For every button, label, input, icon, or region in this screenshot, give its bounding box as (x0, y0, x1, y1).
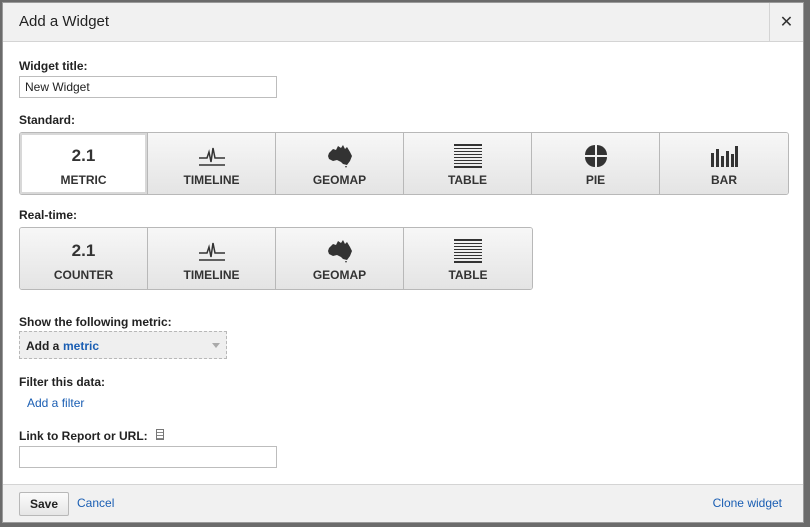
standard-pie-label: PIE (585, 173, 606, 187)
metric-number-icon: 2.1 (71, 146, 96, 165)
standard-widget-types: 2.1 METRIC TIMELINE GEOMAP TABLE PIE BAR (19, 132, 789, 195)
metric-link[interactable]: metric (63, 339, 99, 353)
dialog-footer: Save Cancel Clone widget (3, 484, 803, 522)
pie-icon (532, 144, 659, 168)
add-widget-dialog: Add a Widget ✕ Widget title: Standard: 2… (2, 2, 804, 523)
standard-pie-button[interactable]: PIE (532, 133, 660, 194)
dialog-title: Add a Widget (19, 13, 110, 30)
timeline-icon (148, 144, 275, 168)
realtime-table-label: TABLE (448, 268, 488, 282)
note-icon[interactable] (156, 429, 164, 440)
standard-metric-button[interactable]: 2.1 METRIC (20, 133, 148, 194)
standard-timeline-button[interactable]: TIMELINE (148, 133, 276, 194)
geomap-icon (276, 144, 403, 168)
standard-bar-button[interactable]: BAR (660, 133, 788, 194)
dialog-titlebar: Add a Widget ✕ (3, 3, 803, 42)
metric-select[interactable]: Add a metric (19, 331, 227, 359)
standard-label: Standard: (19, 113, 76, 127)
standard-timeline-label: TIMELINE (183, 173, 240, 187)
close-button[interactable]: ✕ (769, 3, 803, 41)
realtime-table-button[interactable]: TABLE (404, 228, 532, 289)
add-filter-link[interactable]: Add a filter (27, 396, 84, 410)
clone-widget-link[interactable]: Clone widget (713, 496, 782, 510)
realtime-timeline-label: TIMELINE (183, 268, 240, 282)
link-to-report-input[interactable] (19, 446, 277, 468)
table-icon (404, 144, 531, 168)
realtime-geomap-label: GEOMAP (312, 268, 367, 282)
widget-title-label: Widget title: (19, 59, 88, 73)
standard-bar-label: BAR (711, 173, 737, 187)
realtime-counter-label: COUNTER (53, 268, 114, 282)
filter-label: Filter this data: (19, 375, 106, 389)
timeline-icon (148, 239, 275, 263)
geomap-icon (276, 239, 403, 263)
standard-metric-label: METRIC (60, 173, 107, 187)
standard-table-button[interactable]: TABLE (404, 133, 532, 194)
metric-label: Show the following metric: (19, 315, 172, 329)
chevron-down-icon (212, 343, 220, 348)
widget-title-input[interactable] (19, 76, 277, 98)
table-icon (404, 239, 532, 263)
realtime-label: Real-time: (19, 208, 78, 222)
cancel-link[interactable]: Cancel (77, 496, 114, 510)
link-to-report-label: Link to Report or URL: (19, 429, 148, 443)
realtime-timeline-button[interactable]: TIMELINE (148, 228, 276, 289)
close-icon: ✕ (779, 14, 794, 31)
realtime-widget-types: 2.1 COUNTER TIMELINE GEOMAP TABLE (19, 227, 533, 290)
realtime-counter-button[interactable]: 2.1 COUNTER (20, 228, 148, 289)
standard-geomap-label: GEOMAP (312, 173, 367, 187)
save-button[interactable]: Save (19, 492, 69, 516)
realtime-geomap-button[interactable]: GEOMAP (276, 228, 404, 289)
counter-number-icon: 2.1 (71, 241, 96, 260)
standard-table-label: TABLE (447, 173, 488, 187)
standard-geomap-button[interactable]: GEOMAP (276, 133, 404, 194)
metric-select-prefix: Add a (26, 339, 60, 353)
bar-chart-icon (660, 144, 788, 168)
